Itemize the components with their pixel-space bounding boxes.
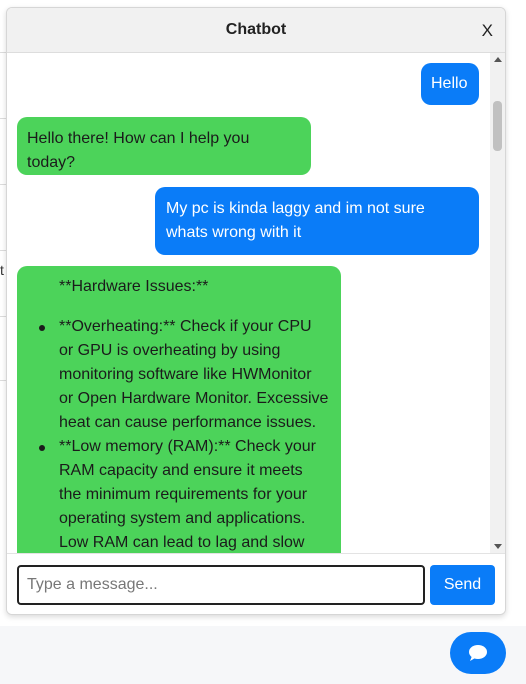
- chat-bubble-icon: [469, 645, 487, 661]
- bot-message-heading: **Hardware Issues:**: [59, 278, 209, 295]
- background-clipped-text: t: [0, 262, 4, 278]
- message-list[interactable]: Hello Hello there! How can I help you to…: [7, 53, 505, 553]
- scroll-thumb[interactable]: [493, 101, 502, 151]
- chat-title: Chatbot: [225, 21, 287, 38]
- user-message: My pc is kinda laggy and im not sure wha…: [155, 187, 479, 255]
- user-message: Hello: [421, 63, 479, 105]
- close-button[interactable]: X: [482, 21, 493, 41]
- message-input[interactable]: [17, 565, 425, 605]
- bot-message-list-item: **Overheating:** Check if your CPU or GP…: [39, 315, 329, 435]
- bot-message: **Hardware Issues:** **Overheating:** Ch…: [17, 266, 341, 553]
- bot-message: Hello there! How can I help you today?: [17, 117, 311, 175]
- chat-window: Chatbot X Hello Hello there! How can I h…: [6, 7, 506, 615]
- input-bar: Send: [7, 553, 505, 614]
- chevron-up-icon[interactable]: [494, 57, 502, 62]
- bot-message-list-item: **Low memory (RAM):** Check your RAM cap…: [39, 435, 329, 553]
- send-button[interactable]: Send: [430, 565, 495, 605]
- page-footer-band: [0, 626, 526, 684]
- chat-launcher-button[interactable]: [450, 632, 506, 674]
- chevron-down-icon[interactable]: [494, 544, 502, 549]
- chat-header: Chatbot X: [7, 8, 505, 53]
- message-scrollbar[interactable]: [490, 53, 505, 553]
- bot-message-list: **Overheating:** Check if your CPU or GP…: [39, 315, 329, 553]
